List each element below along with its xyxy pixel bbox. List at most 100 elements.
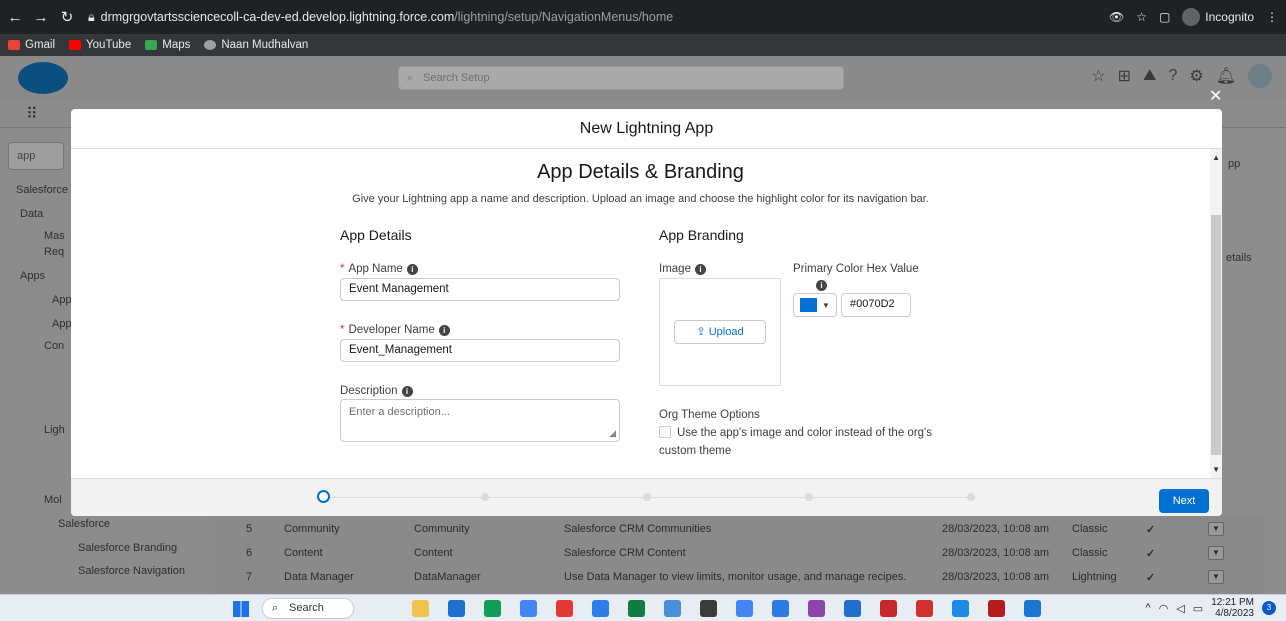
color-picker-button[interactable]: ▼ (793, 293, 837, 317)
taskbar-app-icon[interactable] (700, 600, 717, 617)
clock[interactable]: 12:21 PM 4/8/2023 (1211, 597, 1254, 619)
eye-off-icon[interactable]: 👁︎ (1109, 10, 1124, 24)
row-actions-button[interactable]: ▼ (1208, 570, 1224, 584)
sidebar-item[interactable]: Ligh (44, 424, 65, 436)
globe-icon (204, 40, 217, 50)
taskbar-app-icon[interactable] (916, 600, 933, 617)
taskbar-app-icon[interactable] (988, 600, 1005, 617)
progress-step[interactable] (481, 493, 489, 501)
bell-icon[interactable]: 🔔︎ (1216, 66, 1236, 86)
resize-handle-icon[interactable]: ◢ (609, 428, 616, 439)
bookmark-maps[interactable]: Maps (145, 39, 190, 51)
info-icon[interactable]: i (401, 385, 413, 397)
chevron-down-icon: ▼ (822, 300, 830, 310)
incognito-badge[interactable]: Incognito (1182, 8, 1254, 26)
sidebar-item[interactable]: App (52, 294, 72, 306)
scroll-down-icon[interactable]: ▼ (1212, 465, 1220, 474)
sidebar-item[interactable]: Data (20, 208, 43, 220)
table-row[interactable]: 6 Content Content Salesforce CRM Content 28/… (230, 541, 1230, 565)
table-cell-modified: 28/03/2023, 10:08 am (942, 547, 1050, 559)
app-name-input[interactable]: Event Management (340, 278, 620, 301)
add-icon[interactable]: ⊞ (1118, 66, 1131, 86)
favorites-icon[interactable]: ☆ (1091, 66, 1105, 86)
upload-button[interactable]: ⇪ Upload (674, 320, 766, 344)
table-row[interactable]: 5 Community Community Salesforce CRM Commun… (230, 517, 1230, 541)
sidebar-item[interactable]: Con (44, 340, 64, 352)
taskbar-app-icon[interactable] (736, 600, 753, 617)
bookmark-naan-mudhalvan[interactable]: Naan Mudhalvan (204, 39, 308, 51)
star-icon[interactable]: ☆ (1136, 10, 1147, 24)
windows-start-icon[interactable] (233, 601, 249, 617)
menu-icon[interactable]: ⋮ (1266, 10, 1278, 24)
table-cell-label: Data Manager (284, 571, 354, 583)
setup-search-input[interactable]: ⌕ Search Setup (398, 66, 844, 90)
sidebar-item[interactable]: Mol (44, 494, 62, 506)
trailhead-icon[interactable]: ⛰ (1143, 67, 1156, 85)
back-icon[interactable]: ← (4, 9, 26, 26)
tab-icon[interactable]: ▢ (1159, 10, 1170, 24)
taskbar-app-icon[interactable] (556, 600, 573, 617)
info-icon[interactable]: i (816, 280, 827, 291)
checkmark-icon: ✓ (1146, 571, 1156, 584)
taskbar-app-icon[interactable] (1024, 600, 1041, 617)
progress-step[interactable] (643, 493, 651, 501)
taskbar-app-icon[interactable] (592, 600, 609, 617)
next-button[interactable]: Next (1159, 489, 1209, 513)
battery-icon[interactable]: ▭ (1193, 602, 1203, 615)
sidebar-item[interactable]: Req (44, 246, 64, 258)
table-row[interactable]: 7 Data Manager DataManager Use Data Manager… (230, 565, 1230, 589)
info-icon[interactable]: i (438, 324, 450, 336)
row-actions-button[interactable]: ▼ (1208, 546, 1224, 560)
app-launcher-icon[interactable]: ⠿ (26, 104, 38, 124)
scroll-thumb[interactable] (1211, 215, 1221, 455)
taskbar-search[interactable]: ⌕ Search (262, 598, 354, 619)
progress-step[interactable] (805, 493, 813, 501)
sidebar-item[interactable]: Salesforce Branding (78, 542, 177, 554)
wifi-icon[interactable]: ◠ (1159, 602, 1169, 615)
taskbar-app-icon[interactable] (952, 600, 969, 617)
taskbar-app-icon[interactable] (520, 600, 537, 617)
table-cell-dev-name: Community (414, 523, 470, 535)
sidebar-item[interactable]: Salesforce Navigation (78, 565, 185, 577)
taskbar-app-icon[interactable] (412, 600, 429, 617)
address-bar[interactable]: 🔒︎ drmgrgovtartssciencecoll-ca-dev-ed.de… (88, 10, 673, 25)
sidebar-item[interactable]: App (52, 318, 72, 330)
bookmark-youtube[interactable]: YouTube (69, 39, 131, 51)
info-icon[interactable]: i (694, 263, 706, 275)
taskbar-app-icon[interactable] (628, 600, 645, 617)
chevron-up-icon[interactable]: ^ (1146, 602, 1151, 614)
sidebar-item[interactable]: Salesforce (58, 518, 110, 530)
notification-badge[interactable]: 3 (1262, 601, 1276, 615)
info-icon[interactable]: i (406, 263, 418, 275)
sidebar-item[interactable]: Mas (44, 230, 65, 242)
quick-find-input[interactable]: app (8, 142, 64, 170)
developer-name-input[interactable]: Event_Management (340, 339, 620, 362)
help-icon[interactable]: ? (1168, 67, 1177, 85)
scroll-up-icon[interactable]: ▲ (1212, 153, 1220, 162)
taskbar-app-icon[interactable] (484, 600, 501, 617)
sidebar-item[interactable]: Apps (20, 270, 45, 282)
close-icon[interactable]: ✕ (1209, 86, 1222, 106)
table-cell-num: 6 (246, 547, 253, 559)
reload-icon[interactable]: ↻ (56, 8, 78, 26)
search-icon: ⌕ (272, 602, 279, 614)
progress-step[interactable] (967, 493, 975, 501)
bookmark-gmail[interactable]: Gmail (8, 39, 55, 51)
modal-scrollbar[interactable]: ▲ ▼ (1210, 149, 1222, 478)
taskbar-app-icon[interactable] (772, 600, 789, 617)
hex-color-input[interactable]: #0070D2 (841, 293, 911, 317)
taskbar-app-icon[interactable] (664, 600, 681, 617)
gear-icon[interactable]: ⚙ (1189, 66, 1203, 86)
speaker-icon[interactable]: ◁ (1176, 602, 1184, 615)
taskbar-app-icon[interactable] (844, 600, 861, 617)
description-textarea[interactable]: Enter a description... ◢ (340, 399, 620, 442)
taskbar-app-icon[interactable] (808, 600, 825, 617)
table-cell-dev-name: DataManager (414, 571, 481, 583)
row-actions-button[interactable]: ▼ (1208, 522, 1224, 536)
taskbar-app-icon[interactable] (448, 600, 465, 617)
taskbar-app-icon[interactable] (880, 600, 897, 617)
progress-step[interactable] (317, 490, 330, 503)
avatar[interactable] (1248, 64, 1272, 88)
system-tray: ^ ◠ ◁ ▭ 12:21 PM 4/8/2023 3 (1146, 597, 1276, 619)
forward-icon[interactable]: → (30, 9, 52, 26)
